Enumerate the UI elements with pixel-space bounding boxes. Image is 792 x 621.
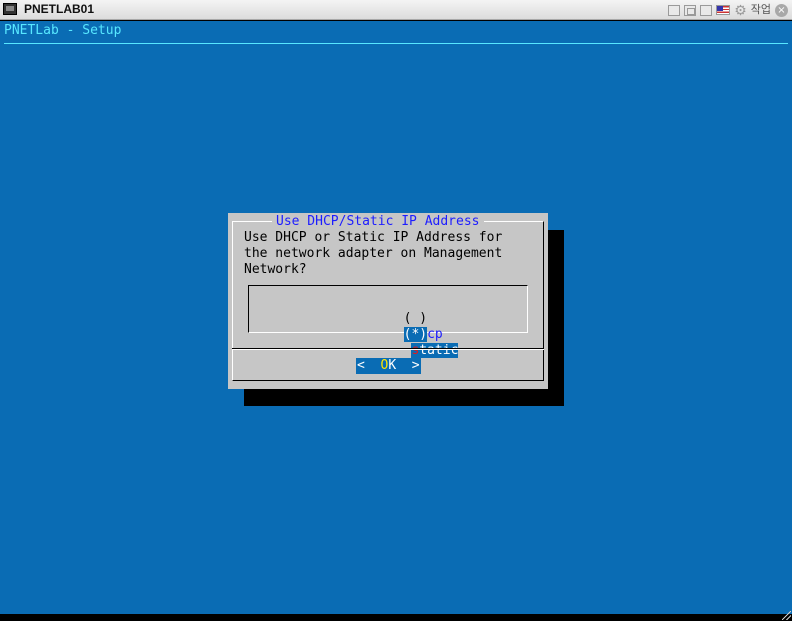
maximize-button[interactable]	[700, 4, 713, 16]
titlebar-controls: ⚙ 작업 ×	[668, 2, 788, 18]
dialog-title: Use DHCP/Static IP Address	[272, 214, 484, 230]
backtitle: PNETLab - Setup	[4, 23, 122, 38]
resize-grip-icon[interactable]	[782, 611, 791, 620]
button-separator-highlight	[232, 349, 544, 350]
backtitle-divider	[4, 43, 788, 44]
radio-list: ( ) dhcp (*) static	[248, 285, 528, 358]
option-label: tatic	[419, 343, 459, 358]
vm-titlebar: PNETLAB01 ⚙ 작업 ×	[0, 0, 792, 20]
ok-button[interactable]: < OK >	[356, 358, 421, 374]
radio-marker-selected[interactable]: (*)	[403, 327, 428, 342]
gear-icon[interactable]: ⚙	[734, 3, 747, 17]
window-title: PNETLAB01	[24, 2, 95, 16]
restore-button[interactable]	[684, 4, 697, 16]
dialog-prompt: Use DHCP or Static IP Address for the ne…	[244, 230, 503, 277]
keyboard-layout-flag-icon[interactable]	[716, 5, 731, 15]
console-window-icon	[3, 3, 17, 15]
bottom-strip	[0, 611, 792, 621]
ok-bracket-right: >	[396, 358, 420, 373]
console-screen[interactable]: PNETLab - Setup Use DHCP/Static IP Addre…	[0, 21, 792, 614]
minimize-button[interactable]	[668, 4, 681, 16]
radio-option-dhcp[interactable]: ( ) dhcp	[341, 295, 443, 342]
ip-mode-dialog: Use DHCP/Static IP Address Use DHCP or S…	[228, 213, 548, 389]
radio-option-static[interactable]: (*) static	[341, 311, 459, 358]
ok-bracket-left: <	[357, 358, 381, 373]
actions-menu-label[interactable]: 작업	[751, 3, 771, 17]
close-icon[interactable]: ×	[775, 3, 788, 17]
ok-label-rest: K	[388, 358, 397, 373]
